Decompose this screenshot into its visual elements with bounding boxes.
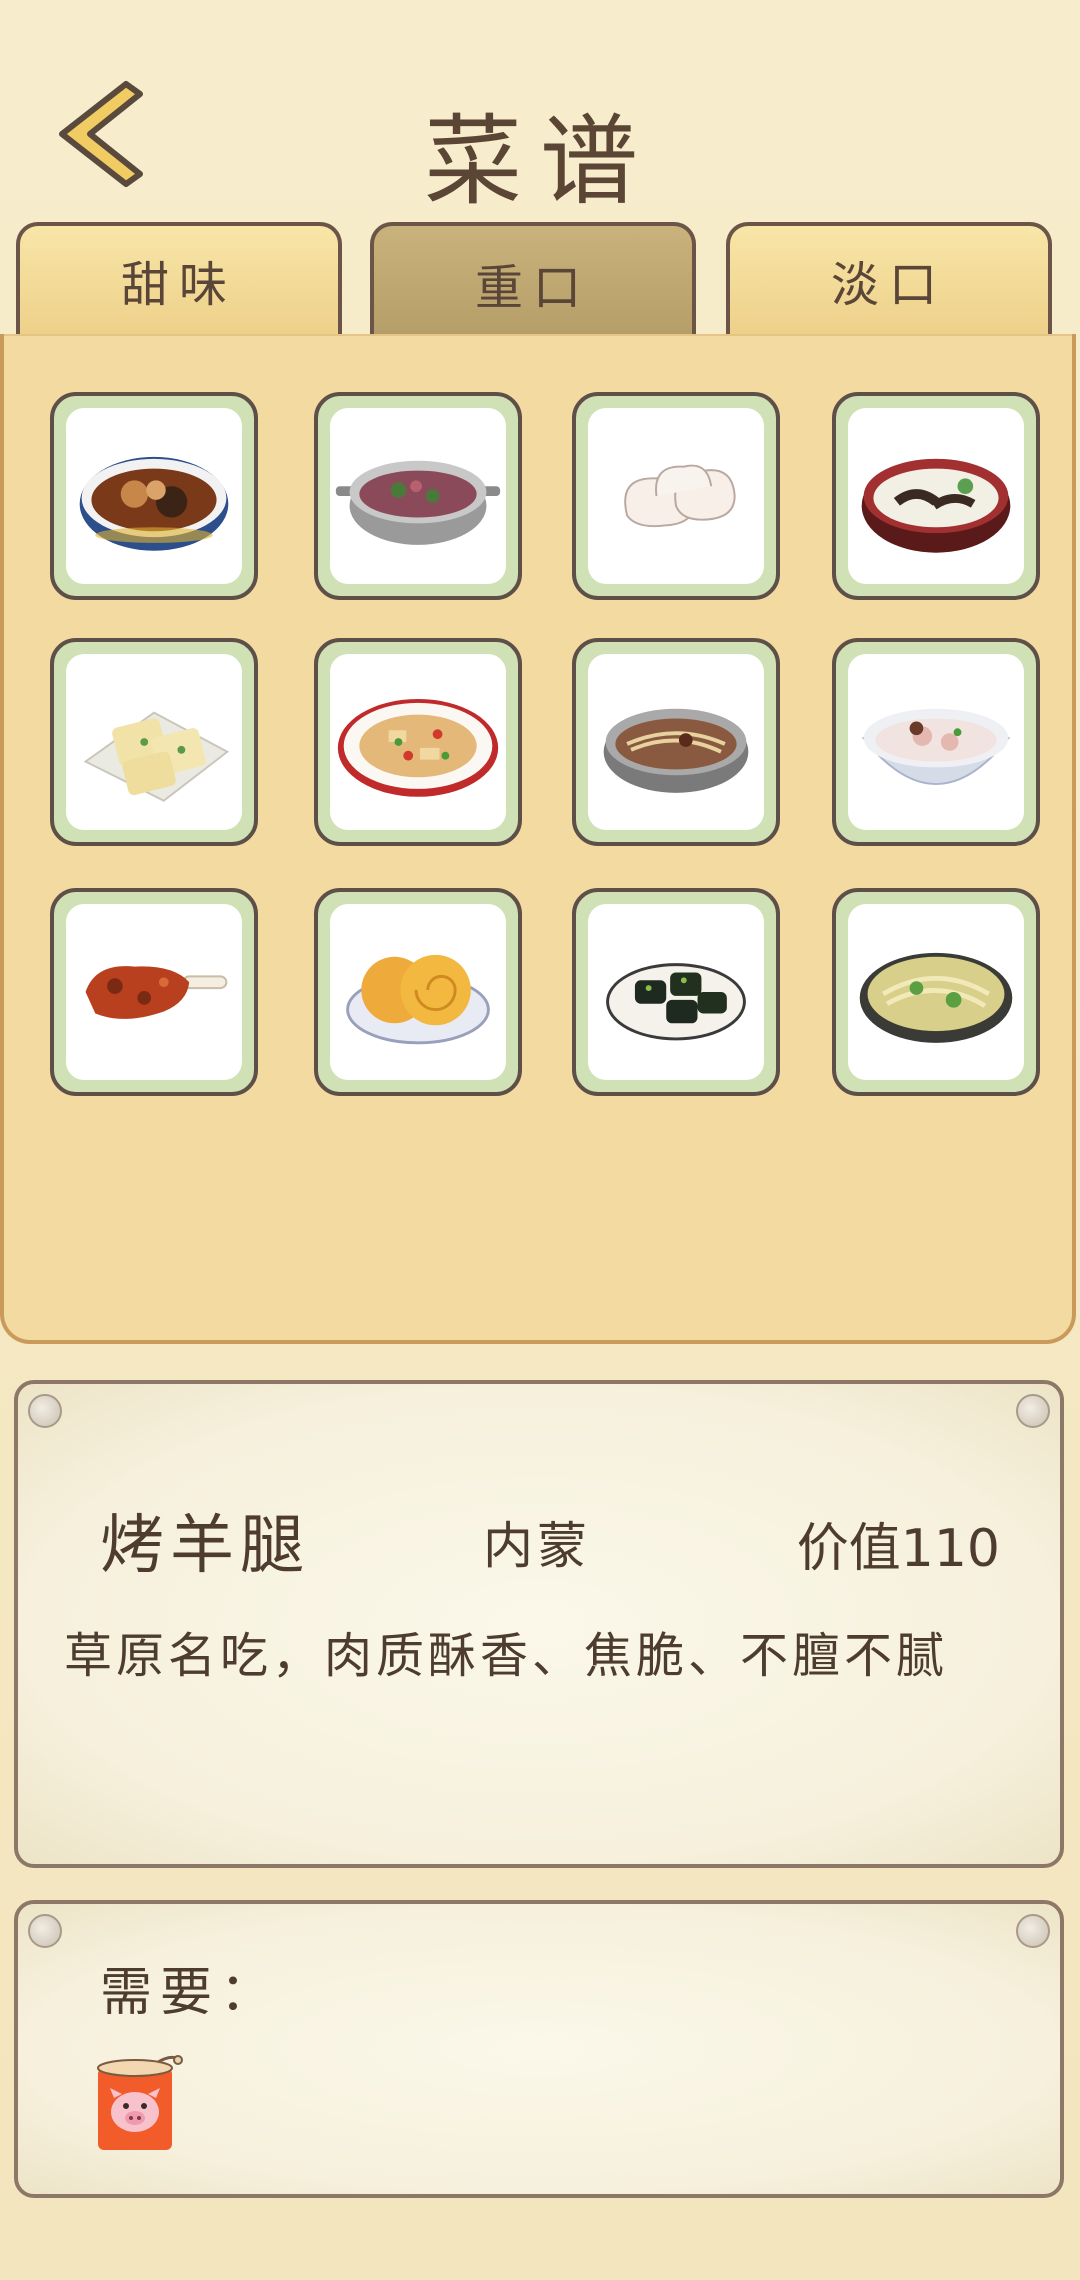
pin-icon	[1016, 1914, 1050, 1948]
dish-card-stir-fry[interactable]	[314, 638, 522, 846]
braised-meat-bowl-icon	[66, 408, 242, 584]
recipe-grid-panel	[0, 334, 1076, 1344]
dumplings-icon	[588, 408, 764, 584]
dish-card-stew-pot[interactable]	[314, 392, 522, 600]
dish-description: 草原名吃，肉质酥香、焦脆、不膻不腻	[64, 1628, 949, 1684]
tab-light[interactable]: 淡口	[726, 222, 1052, 334]
pin-icon	[28, 1394, 62, 1428]
pin-icon	[1016, 1394, 1050, 1428]
noodle-pot-icon	[588, 654, 764, 830]
tab-sweet[interactable]: 甜味	[16, 222, 342, 334]
page-title: 菜谱	[423, 105, 656, 219]
dish-name: 烤羊腿	[100, 1509, 310, 1583]
requirements-panel: 需要：	[14, 1900, 1064, 2198]
stew-pot-icon	[330, 408, 506, 584]
dish-card-braised-meat[interactable]	[50, 392, 258, 600]
flatbread-plate-icon	[330, 904, 506, 1080]
dish-info-panel: 烤羊腿 内蒙 价值110 草原名吃，肉质酥香、焦脆、不膻不腻	[14, 1380, 1064, 1868]
dish-card-dumplings[interactable]	[572, 392, 780, 600]
dish-card-mushroom-soup[interactable]	[832, 392, 1040, 600]
roast-lamb-leg-icon	[66, 904, 242, 1080]
dish-card-soup-bowl[interactable]	[832, 638, 1040, 846]
tab-heavy[interactable]: 重口	[370, 222, 696, 340]
soup-bowl-icon	[848, 654, 1024, 830]
tofu-plate-icon	[66, 654, 242, 830]
dark-cakes-plate-icon	[588, 904, 764, 1080]
dish-value: 价值110	[796, 1519, 1000, 1579]
mushroom-soup-bowl-icon	[848, 408, 1024, 584]
pig-can-icon[interactable]	[88, 2054, 188, 2154]
dish-region: 内蒙	[483, 1517, 591, 1575]
noodle-bowl-icon	[848, 904, 1024, 1080]
dish-card-roast-lamb-leg[interactable]	[50, 888, 258, 1096]
dish-card-tofu[interactable]	[50, 638, 258, 846]
pin-icon	[28, 1914, 62, 1948]
dish-card-dark-cakes[interactable]	[572, 888, 780, 1096]
dish-card-noodle-bowl[interactable]	[832, 888, 1040, 1096]
dish-card-noodle-pot[interactable]	[572, 638, 780, 846]
dish-card-flatbread[interactable]	[314, 888, 522, 1096]
stir-fry-plate-icon	[330, 654, 506, 830]
requirements-label: 需要：	[100, 1963, 281, 2023]
